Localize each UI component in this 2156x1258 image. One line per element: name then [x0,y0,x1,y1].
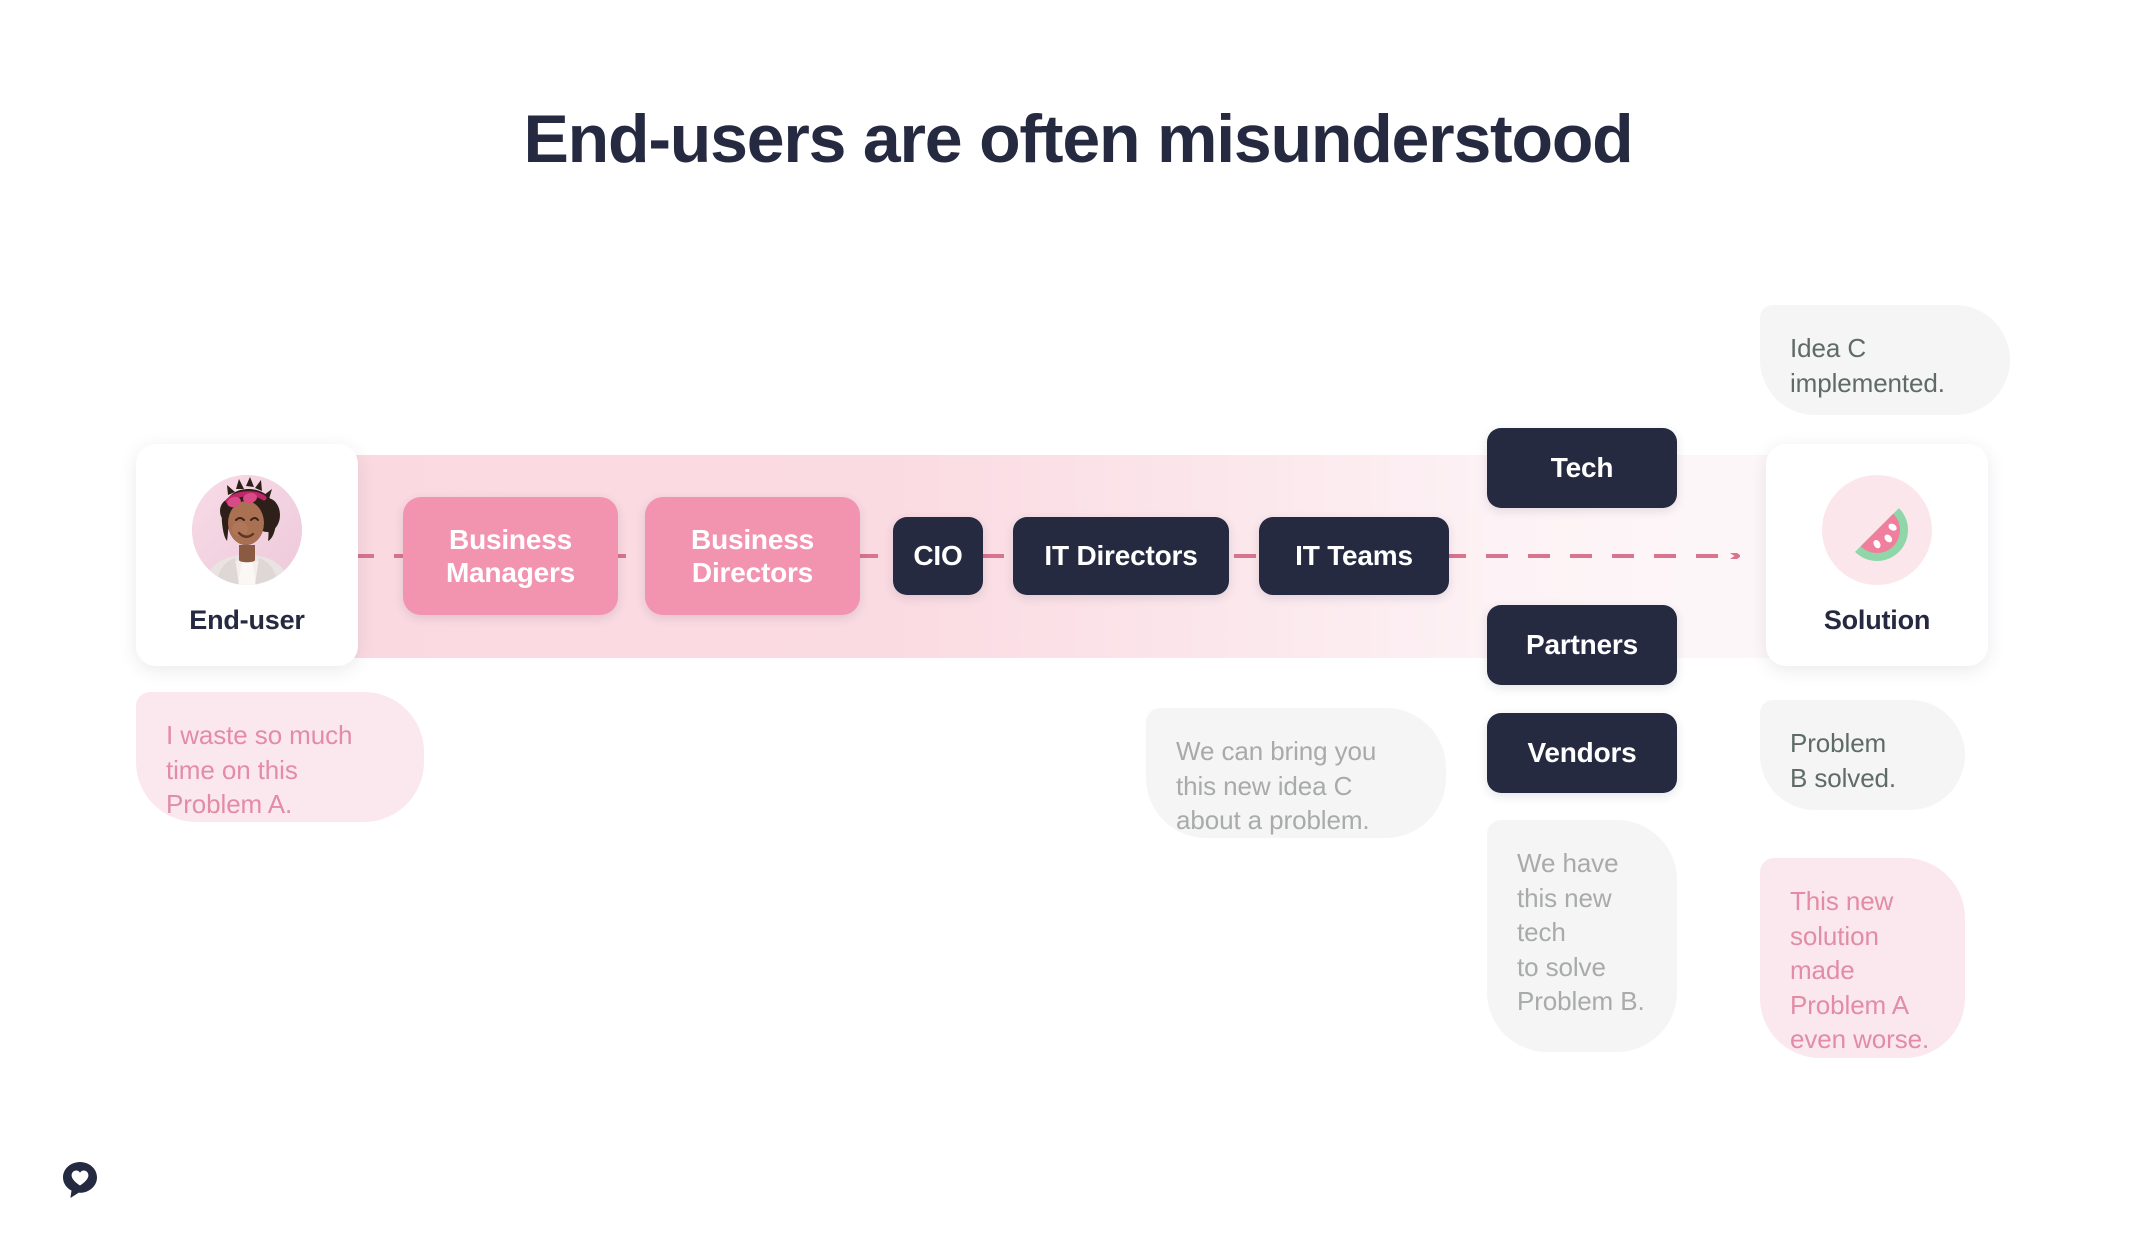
chain-node-it-teams[interactable]: IT Teams [1259,517,1449,595]
speech-bubble-waste-time: I waste so much time on this Problem A. [136,692,424,822]
persona-card-end-user[interactable]: End-user [136,444,358,666]
persona-card-solution[interactable]: Solution [1766,444,1988,666]
chain-node-vendors[interactable]: Vendors [1487,713,1677,793]
watermelon-slice-icon [1822,474,1932,585]
page-title: End-users are often misunderstood [523,101,1633,177]
chain-node-tech[interactable]: Tech [1487,428,1677,508]
speech-bubble-heart-logo[interactable] [60,1160,100,1200]
speech-bubble-idea-c-implemented: Idea C implemented. [1760,305,2010,415]
speech-bubble-bring-new-idea: We can bring you this new idea C about a… [1146,708,1446,838]
speech-bubble-new-tech: We have this new tech to solve Problem B… [1487,820,1677,1052]
user-avatar-photo [192,474,302,585]
persona-label-end-user: End-user [189,604,305,635]
chain-node-partners[interactable]: Partners [1487,605,1677,685]
chain-node-it-directors[interactable]: IT Directors [1013,517,1229,595]
speech-bubble-problem-b-solved: Problem B solved. [1760,700,1965,810]
chain-node-business-managers[interactable]: Business Managers [403,497,618,615]
chain-node-business-directors[interactable]: Business Directors [645,497,860,615]
chain-node-cio[interactable]: CIO [893,517,983,595]
speech-bubble-problem-a-worse: This new solution made Problem A even wo… [1760,858,1965,1058]
persona-label-solution: Solution [1823,604,1931,635]
